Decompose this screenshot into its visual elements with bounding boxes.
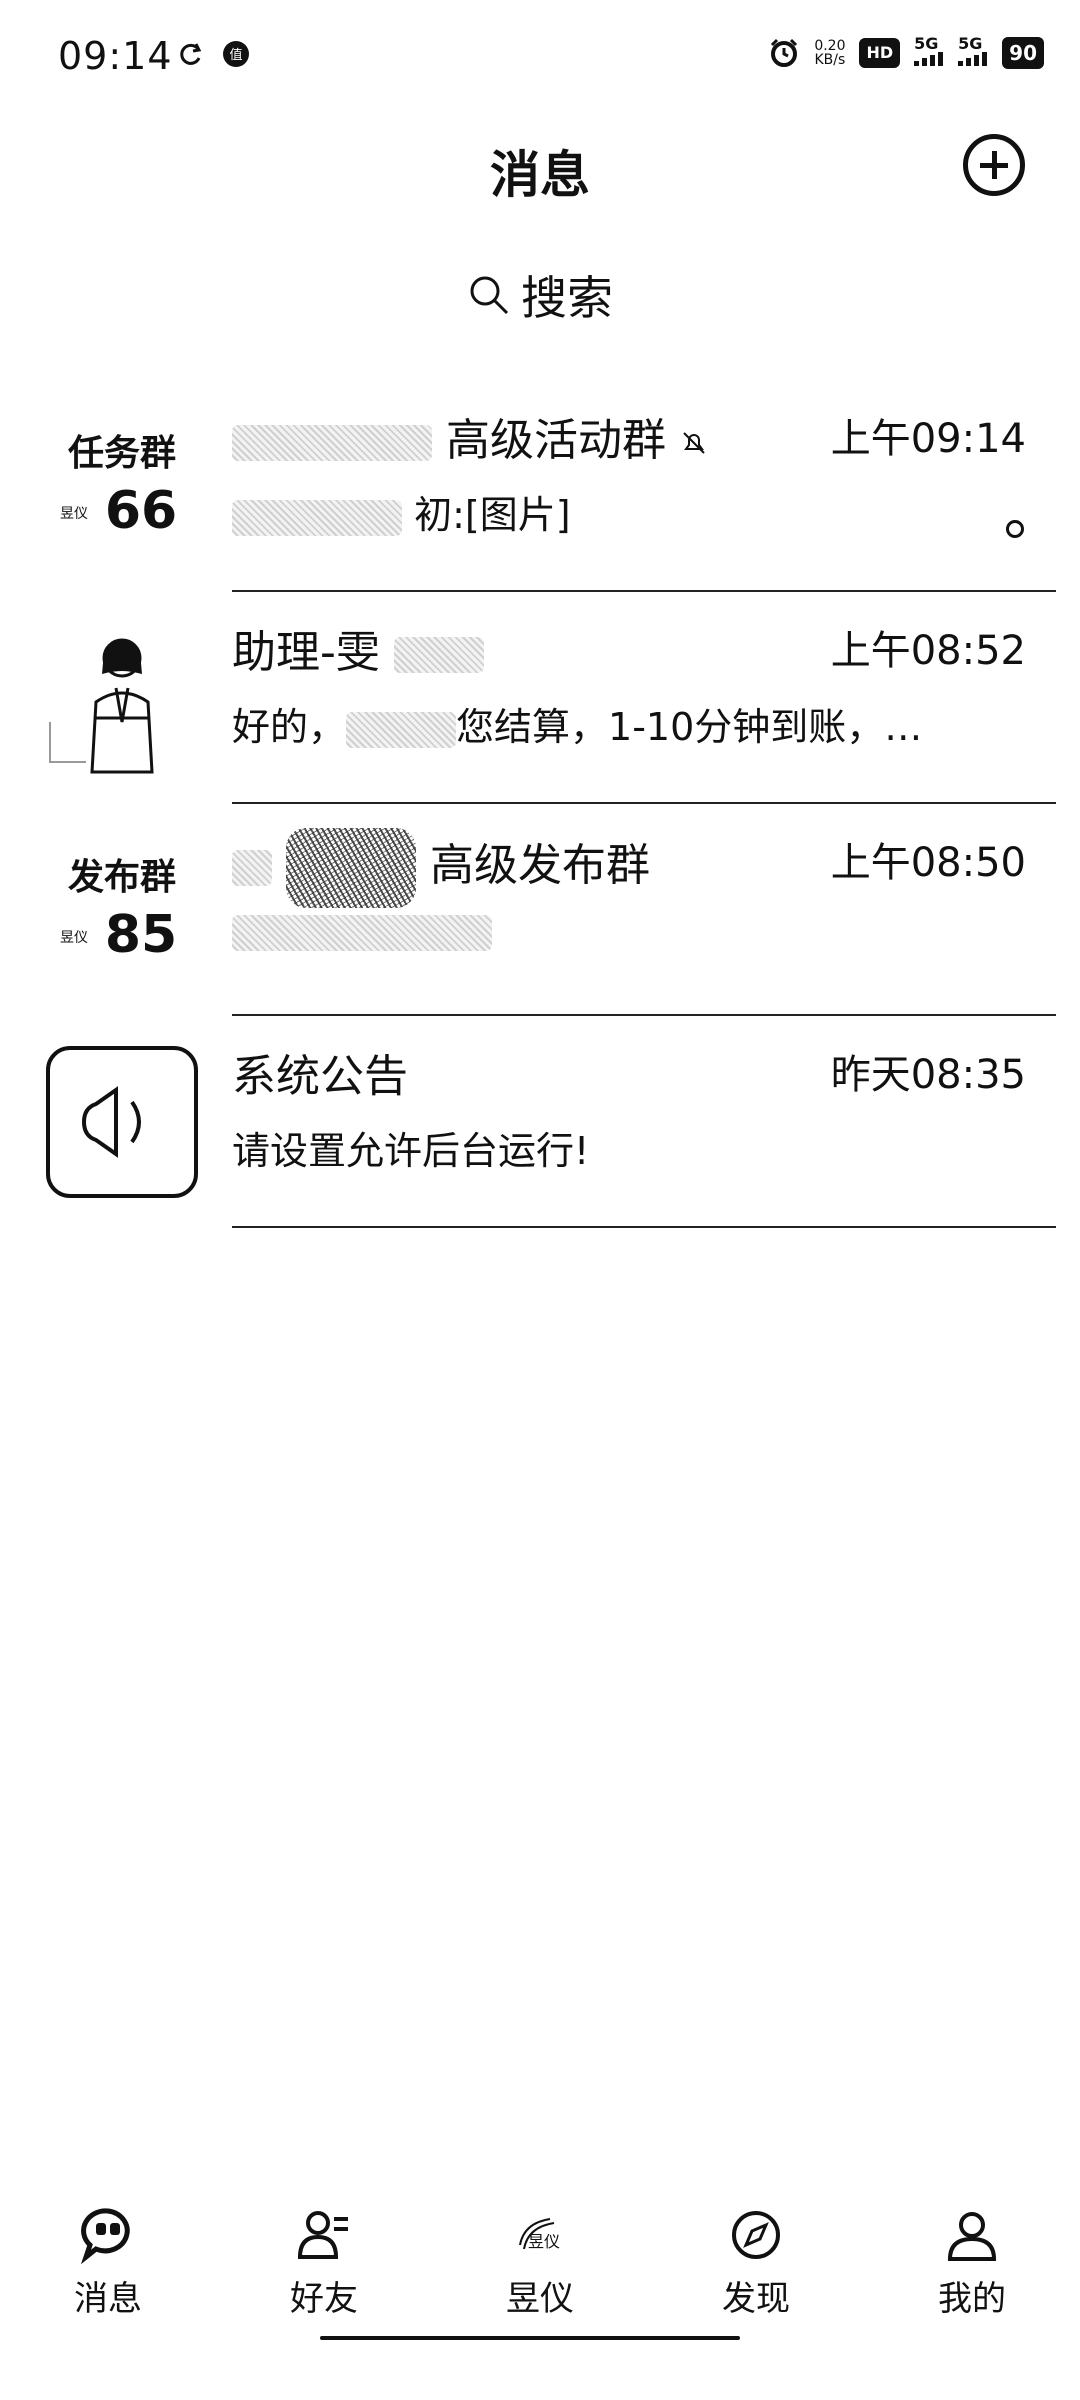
svg-text:发布群: 发布群	[68, 857, 176, 898]
status-time: 09:14	[58, 34, 173, 78]
chat-name: 高级活动群	[446, 415, 666, 466]
svg-text:昱仪: 昱仪	[60, 506, 88, 522]
chat-preview-rest: 您结算，1-10分钟到账，…	[456, 705, 923, 749]
chat-item-system-notice[interactable]: 系统公告 昨天08:35 请设置允许后台运行!	[0, 1016, 1080, 1228]
chat-bubble-icon	[80, 2208, 130, 2265]
assistant-avatar	[49, 638, 154, 774]
svg-text:值: 值	[229, 47, 242, 63]
home-indicator[interactable]	[320, 2336, 740, 2340]
nav-tab-messages[interactable]: 消息	[0, 2205, 216, 2325]
group-avatar: 任务群 昱仪 66	[60, 433, 177, 541]
battery-indicator: 90	[1002, 36, 1044, 69]
chat-name: 助理-雯	[232, 627, 380, 678]
page-title: 消息	[490, 146, 590, 204]
group-avatar: 发布群 昱仪 85	[60, 857, 177, 965]
svg-text:昱仪: 昱仪	[60, 930, 88, 946]
search-bar[interactable]: 搜索	[0, 262, 1080, 328]
chat-preview: 初:[图片]	[414, 493, 571, 537]
chat-name: 系统公告	[232, 1051, 408, 1102]
chat-item-publish-group[interactable]: 发布群 昱仪 85 高级发布群 上午08:50	[0, 804, 1080, 1016]
svg-text:66: 66	[105, 481, 177, 541]
svg-text:昱仪: 昱仪	[528, 2232, 560, 2251]
chat-list: 任务群 昱仪 66 高级活动群 上午09:14 初:[图片] 助理-雯 上午08…	[0, 380, 1080, 1228]
nav-tab-brand[interactable]: 昱仪 昱仪	[432, 2205, 648, 2325]
app-notification-icon: 值	[223, 41, 249, 67]
mute-icon	[683, 432, 705, 454]
nav-tab-friends[interactable]: 好友	[216, 2205, 432, 2325]
nav-label: 发现	[722, 2279, 790, 2319]
svg-text:任务群: 任务群	[68, 433, 176, 474]
chat-time: 上午08:52	[830, 628, 1026, 674]
redacted-text	[286, 828, 416, 908]
signal-5g-2: 5G	[958, 36, 988, 69]
search-label: 搜索	[521, 271, 613, 325]
speaker-icon	[46, 1046, 198, 1198]
redacted-text	[232, 914, 492, 951]
brand-logo-icon: 昱仪	[519, 2218, 560, 2251]
search-icon	[470, 276, 509, 315]
status-bar: 09:14 值 0.20 KB/s HD 5G 5G 90	[0, 0, 1080, 110]
chat-time: 昨天08:35	[830, 1052, 1026, 1098]
signal-5g-1: 5G	[914, 36, 944, 69]
chat-preview: 好的，	[232, 705, 347, 749]
redacted-text	[232, 499, 402, 536]
redacted-text	[346, 711, 457, 748]
divider	[232, 1226, 1056, 1228]
nav-label: 我的	[938, 2279, 1006, 2319]
chat-screen: 09:14 值 0.20 KB/s HD 5G 5G 90 消息 搜索 任务群 …	[0, 0, 1080, 2400]
chat-time: 上午09:14	[830, 416, 1026, 462]
chat-item-task-group[interactable]: 任务群 昱仪 66 高级活动群 上午09:14 初:[图片]	[0, 380, 1080, 592]
redacted-text	[393, 637, 484, 673]
compass-icon	[732, 2211, 780, 2259]
friends-icon	[297, 2211, 348, 2259]
chat-name: 高级发布群	[430, 840, 650, 891]
nav-label: 昱仪	[506, 2279, 574, 2319]
svg-text:85: 85	[105, 905, 177, 965]
unread-dot-icon	[1006, 520, 1024, 538]
profile-icon	[947, 2212, 997, 2261]
redacted-text	[232, 850, 272, 886]
bottom-nav: 消息 好友 昱仪 昱仪 发现 我的	[0, 2205, 1080, 2325]
alarm-icon	[771, 38, 798, 67]
redacted-text	[232, 425, 432, 461]
network-speed: 0.20 KB/s	[814, 37, 846, 68]
nav-label: 好友	[290, 2279, 358, 2319]
hd-icon: HD	[859, 37, 901, 68]
chat-preview: 请设置允许后台运行!	[232, 1129, 590, 1173]
chat-item-assistant[interactable]: 助理-雯 上午08:52 好的， 您结算，1-10分钟到账，…	[0, 592, 1080, 804]
sync-icon	[180, 43, 202, 65]
add-button[interactable]	[963, 134, 1025, 196]
chat-time: 上午08:50	[830, 840, 1026, 886]
nav-tab-me[interactable]: 我的	[864, 2205, 1080, 2325]
nav-tab-discover[interactable]: 发现	[648, 2205, 864, 2325]
nav-label: 消息	[74, 2279, 142, 2319]
